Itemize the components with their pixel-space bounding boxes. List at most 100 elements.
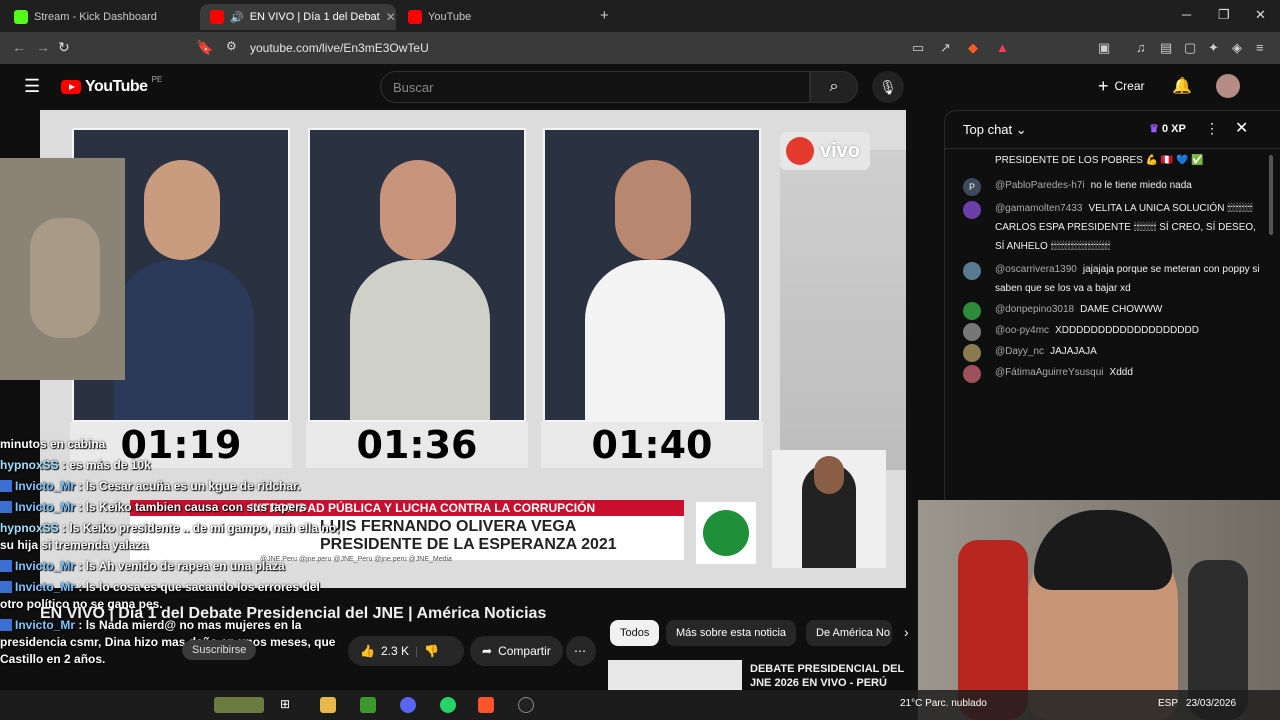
candidate-frame-2 — [308, 128, 526, 422]
chat-message[interactable]: @Dayy_nc JAJAJAJA — [945, 342, 1265, 362]
obs-icon[interactable] — [518, 697, 534, 713]
back-icon[interactable]: ← — [12, 39, 26, 55]
timer-3: 01:40 — [541, 422, 763, 468]
stream-chat-message: Invicto_Mr : ls Nada mierd@ no mas mujer… — [0, 618, 336, 666]
avatar: P — [963, 178, 981, 196]
america-tv-globe-icon — [786, 137, 814, 165]
broom-icon — [703, 510, 749, 556]
share-icon[interactable]: ↗ — [940, 40, 951, 56]
language-indicator[interactable]: ESP — [1158, 698, 1178, 709]
chip-america[interactable]: De América No — [806, 620, 892, 646]
chat-message[interactable]: @gamamolten7433 VELITA LA UNICA SOLUCIÓN … — [945, 199, 1265, 256]
site-info-icon[interactable]: ⚙ — [226, 39, 237, 53]
stream-chat-message: Invicto_Mr : ls Cesar acuña es un kgue d… — [0, 478, 340, 495]
weather-text[interactable]: 21°C Parc. nublado — [900, 698, 987, 709]
brave-shield-icon[interactable]: ◆ — [968, 40, 978, 56]
task-view-icon[interactable]: ⊞ — [280, 697, 296, 713]
file-explorer-icon[interactable] — [320, 697, 336, 713]
close-icon[interactable]: ✕ — [386, 10, 396, 24]
live-badge: vivo — [780, 132, 870, 170]
streamer-webcam — [918, 500, 1280, 720]
stream-chat-message: hypnoxSS : es más de 10k — [0, 458, 151, 472]
extensions-icon[interactable]: ✦ — [1208, 40, 1219, 56]
tab-label: Stream - Kick Dashboard — [34, 11, 157, 23]
tab-youtube-live[interactable]: 🔊 EN VIVO | Día 1 del Debat ✕ — [200, 4, 396, 30]
xp-badge[interactable]: ♛ 0 XP — [1149, 122, 1186, 135]
sidebar-icon[interactable]: ▣ — [1098, 40, 1110, 56]
like-dislike-group: 👍 2.3 K | 👎 — [348, 636, 464, 666]
menu-icon[interactable]: ≡ — [1256, 40, 1264, 55]
live-chat-panel: Top chat ⌄ ♛ 0 XP ⋮ ✕ PRESIDENTE DE LOS … — [944, 110, 1280, 500]
chat-message[interactable]: @oscarrivera1390 jajajaja porque se meter… — [945, 260, 1265, 298]
forward-icon[interactable]: → — [36, 39, 50, 55]
windows-taskbar: ⊞ 21°C Parc. nublado ESP 23/03/2026 — [0, 690, 1280, 720]
like-count[interactable]: 2.3 K — [381, 644, 409, 658]
maximize-icon[interactable]: ❐ — [1218, 7, 1230, 23]
vpn-icon[interactable]: ◈ — [1232, 40, 1242, 56]
stream-chat-message: Invicto_Mr : ls Keiko tambien causa con … — [0, 499, 340, 516]
account-avatar[interactable] — [1216, 74, 1240, 98]
chip-more-news[interactable]: Más sobre esta noticia — [666, 620, 797, 646]
reload-icon[interactable]: ↻ — [58, 39, 70, 56]
minecraft-icon[interactable] — [360, 697, 376, 713]
voice-search-button[interactable]: 🎙 — [872, 71, 904, 103]
desktop-widget-icon[interactable] — [214, 697, 264, 713]
party-logo — [694, 500, 758, 566]
dislike-icon[interactable]: 👎 — [424, 644, 439, 658]
new-tab-button[interactable]: + — [600, 7, 609, 24]
browser-tab-bar: Stream - Kick Dashboard 🔊 EN VIVO | Día … — [0, 0, 1280, 32]
tab-kick-dashboard[interactable]: Stream - Kick Dashboard — [4, 4, 200, 30]
search-input[interactable] — [381, 72, 809, 102]
close-chat-icon[interactable]: ✕ — [1235, 118, 1248, 138]
chat-message[interactable]: @FátimaAguirreYsusqui Xddd — [945, 363, 1265, 383]
share-arrow-icon: ➦ — [482, 644, 493, 658]
chat-scrollbar[interactable] — [1269, 155, 1273, 235]
notifications-bell-icon[interactable]: 🔔 — [1172, 76, 1192, 96]
crown-icon: ♛ — [1149, 123, 1159, 135]
youtube-logo[interactable]: YouTube PE — [61, 74, 163, 96]
recommended-video[interactable]: DEBATE PRESIDENCIAL DEL JNE 2026 EN VIVO… — [608, 660, 908, 690]
brave-rewards-icon[interactable]: ▲ — [996, 40, 1009, 55]
more-actions-button[interactable]: ⋯ — [566, 636, 596, 666]
share-button[interactable]: ➦ Compartir — [470, 636, 563, 666]
search-icon: ⌕ — [829, 78, 839, 95]
search-button[interactable]: ⌕ — [810, 71, 858, 103]
stream-chat-message: hypnoxSS : ls Keiko presidente .. de mi … — [0, 521, 340, 552]
region-code: PE — [151, 74, 163, 84]
wallet-icon[interactable]: ▢ — [1184, 40, 1196, 56]
subscribe-button[interactable]: Suscribirse — [182, 640, 257, 660]
chip-todos[interactable]: Todos — [610, 620, 660, 646]
discord-icon[interactable] — [400, 697, 416, 713]
cast-icon[interactable]: ▭ — [912, 40, 924, 56]
candidate-frame-3 — [543, 128, 761, 422]
hamburger-menu-icon[interactable]: ☰ — [24, 76, 40, 97]
chat-message[interactable]: P @PabloParedes-h7i no le tiene miedo nad… — [945, 176, 1265, 196]
brave-icon[interactable] — [478, 697, 494, 713]
bookmark-icon[interactable]: 🔖 — [196, 39, 213, 56]
top-chat-dropdown[interactable]: Top chat ⌄ — [963, 122, 1027, 138]
clock-date[interactable]: 23/03/2026 — [1186, 698, 1236, 709]
music-icon[interactable]: ♫ — [1136, 40, 1146, 55]
like-icon[interactable]: 👍 — [360, 644, 375, 658]
chat-options-icon[interactable]: ⋮ — [1205, 120, 1219, 137]
url-text[interactable]: youtube.com/live/En3mE3OwTeU — [250, 41, 429, 55]
create-button[interactable]: + Crear — [1090, 72, 1153, 100]
avatar — [963, 323, 981, 341]
speaker-icon[interactable]: 🔊 — [230, 11, 244, 24]
chat-message[interactable]: PRESIDENTE DE LOS POBRES 💪 🇵🇪 💙 ✅ — [945, 151, 1265, 170]
chevron-right-icon[interactable]: › — [904, 624, 909, 640]
whatsapp-icon[interactable] — [440, 697, 456, 713]
chat-message[interactable]: @oo-py4mc XDDDDDDDDDDDDDDDDDDD — [945, 321, 1265, 341]
avatar — [963, 302, 981, 320]
stream-chat-overlay: minutos en cabina hypnoxSS : es más de 1… — [0, 436, 340, 672]
chat-message[interactable]: @donpepino3018 DAME CHOWWW — [945, 300, 1265, 320]
close-window-icon[interactable]: ✕ — [1255, 7, 1266, 23]
kick-badge-icon — [0, 480, 12, 492]
palace-background — [780, 150, 906, 470]
screen: Stream - Kick Dashboard 🔊 EN VIVO | Día … — [0, 0, 1280, 720]
tab-youtube[interactable]: YouTube — [398, 4, 588, 30]
minimize-icon[interactable]: ─ — [1182, 7, 1191, 22]
panel-icon[interactable]: ▤ — [1160, 40, 1172, 56]
tab-label: EN VIVO | Día 1 del Debat — [249, 11, 380, 23]
more-icon: ⋯ — [574, 644, 586, 658]
